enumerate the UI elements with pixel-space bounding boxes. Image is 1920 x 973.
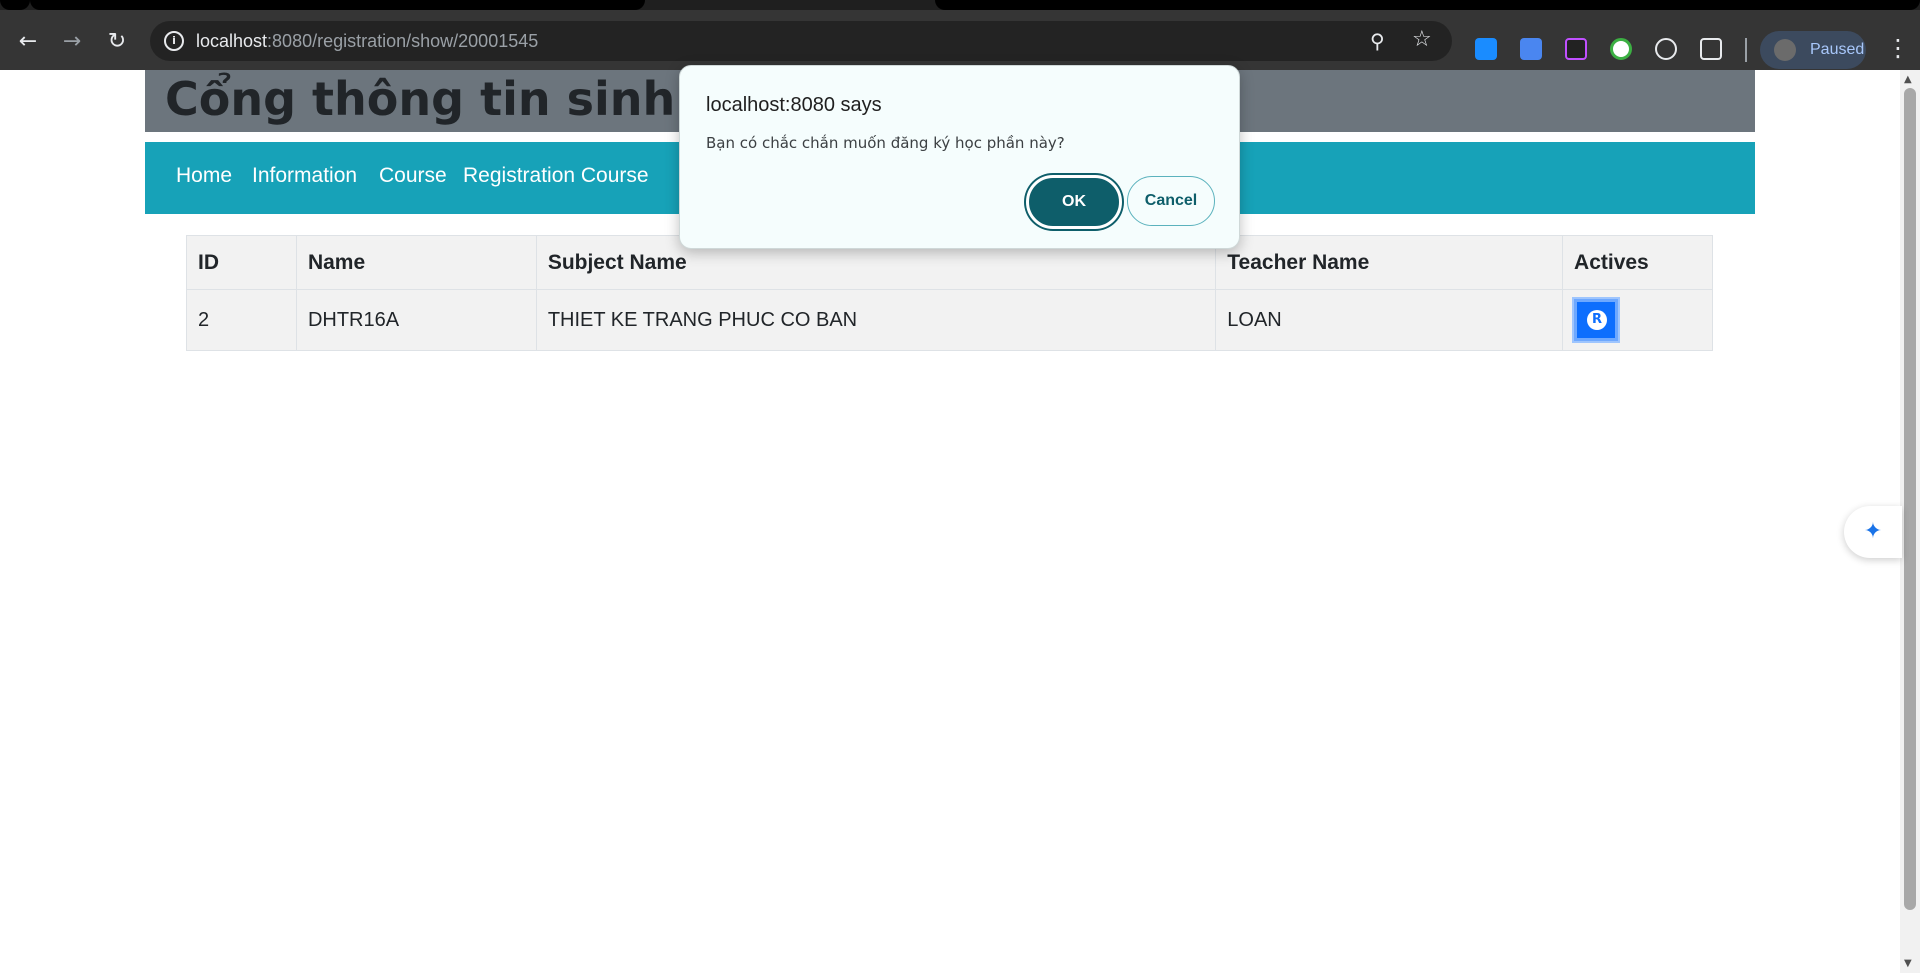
course-table: ID Name Subject Name Teacher Name Active… bbox=[186, 235, 1713, 351]
ok-button[interactable]: OK bbox=[1026, 175, 1122, 229]
scroll-down-icon[interactable]: ▼ bbox=[1904, 958, 1912, 969]
url-host: localhost bbox=[196, 31, 268, 51]
cell-teacher: LOAN bbox=[1215, 289, 1564, 351]
nav-registration-course[interactable]: Registration Course bbox=[463, 164, 649, 188]
header-name: Name bbox=[295, 235, 537, 290]
header-id: ID bbox=[186, 235, 297, 290]
cell-subject: THIET KE TRANG PHUC CO BAN bbox=[535, 289, 1217, 351]
extension-react-icon[interactable] bbox=[1655, 38, 1677, 60]
menu-icon[interactable]: ⋮ bbox=[1886, 36, 1910, 60]
tab-inactive[interactable] bbox=[30, 0, 645, 10]
register-button[interactable]: R bbox=[1574, 299, 1619, 341]
tab-strip bbox=[0, 0, 1920, 10]
nav-course[interactable]: Course bbox=[379, 164, 447, 188]
avatar bbox=[1774, 39, 1796, 61]
scroll-up-icon[interactable]: ▲ bbox=[1904, 74, 1912, 85]
nav-information[interactable]: Information bbox=[252, 164, 357, 188]
extension-dark-icon[interactable] bbox=[1565, 38, 1587, 60]
cell-name: DHTR16A bbox=[295, 289, 537, 351]
confirm-dialog: localhost:8080 says Bạn có chắc chắn muố… bbox=[679, 65, 1240, 249]
sparkle-drop-icon[interactable]: ✦ bbox=[1844, 506, 1902, 558]
forward-icon[interactable]: → bbox=[58, 28, 86, 56]
url-text[interactable]: localhost:8080/registration/show/2000154… bbox=[196, 31, 538, 52]
info-icon[interactable]: i bbox=[164, 31, 184, 51]
extension-docs-icon[interactable] bbox=[1520, 38, 1542, 60]
browser-toolbar: ← → ↻ i localhost:8080/registration/show… bbox=[0, 10, 1920, 70]
tab-inactive-right[interactable] bbox=[935, 0, 1920, 10]
scrollbar-thumb[interactable] bbox=[1904, 88, 1916, 910]
nav-home[interactable]: Home bbox=[176, 164, 232, 188]
register-icon: R bbox=[1587, 310, 1608, 330]
dialog-title: localhost:8080 says bbox=[706, 94, 882, 116]
url-path: :8080/registration/show/20001545 bbox=[267, 31, 539, 51]
profile-button[interactable]: Paused bbox=[1760, 31, 1866, 69]
profile-label: Paused bbox=[1810, 41, 1865, 58]
header-teacher-name: Teacher Name bbox=[1215, 235, 1564, 290]
reload-icon[interactable]: ↻ bbox=[103, 28, 131, 56]
table-row: 2 DHTR16A THIET KE TRANG PHUC CO BAN LOA… bbox=[186, 289, 1713, 351]
toolbar-separator bbox=[1745, 38, 1747, 62]
star-icon[interactable]: ☆ bbox=[1412, 27, 1432, 52]
extensions-icon[interactable] bbox=[1700, 38, 1722, 60]
cancel-button[interactable]: Cancel bbox=[1127, 176, 1215, 226]
cell-id: 2 bbox=[186, 289, 297, 351]
address-bar[interactable]: i localhost:8080/registration/show/20001… bbox=[150, 21, 1452, 61]
extension-water-icon[interactable] bbox=[1475, 38, 1497, 60]
extension-color-icon[interactable] bbox=[1610, 38, 1632, 60]
cell-actions: R bbox=[1562, 289, 1713, 351]
zoom-icon[interactable]: ⚲ bbox=[1370, 29, 1385, 53]
page-scrollbar[interactable]: ▲ ▼ bbox=[1900, 70, 1920, 973]
dialog-message: Bạn có chắc chắn muốn đăng ký học phần n… bbox=[706, 134, 1065, 152]
back-icon[interactable]: ← bbox=[14, 28, 42, 56]
tab-edge bbox=[0, 0, 30, 10]
header-actives: Actives bbox=[1562, 235, 1713, 290]
